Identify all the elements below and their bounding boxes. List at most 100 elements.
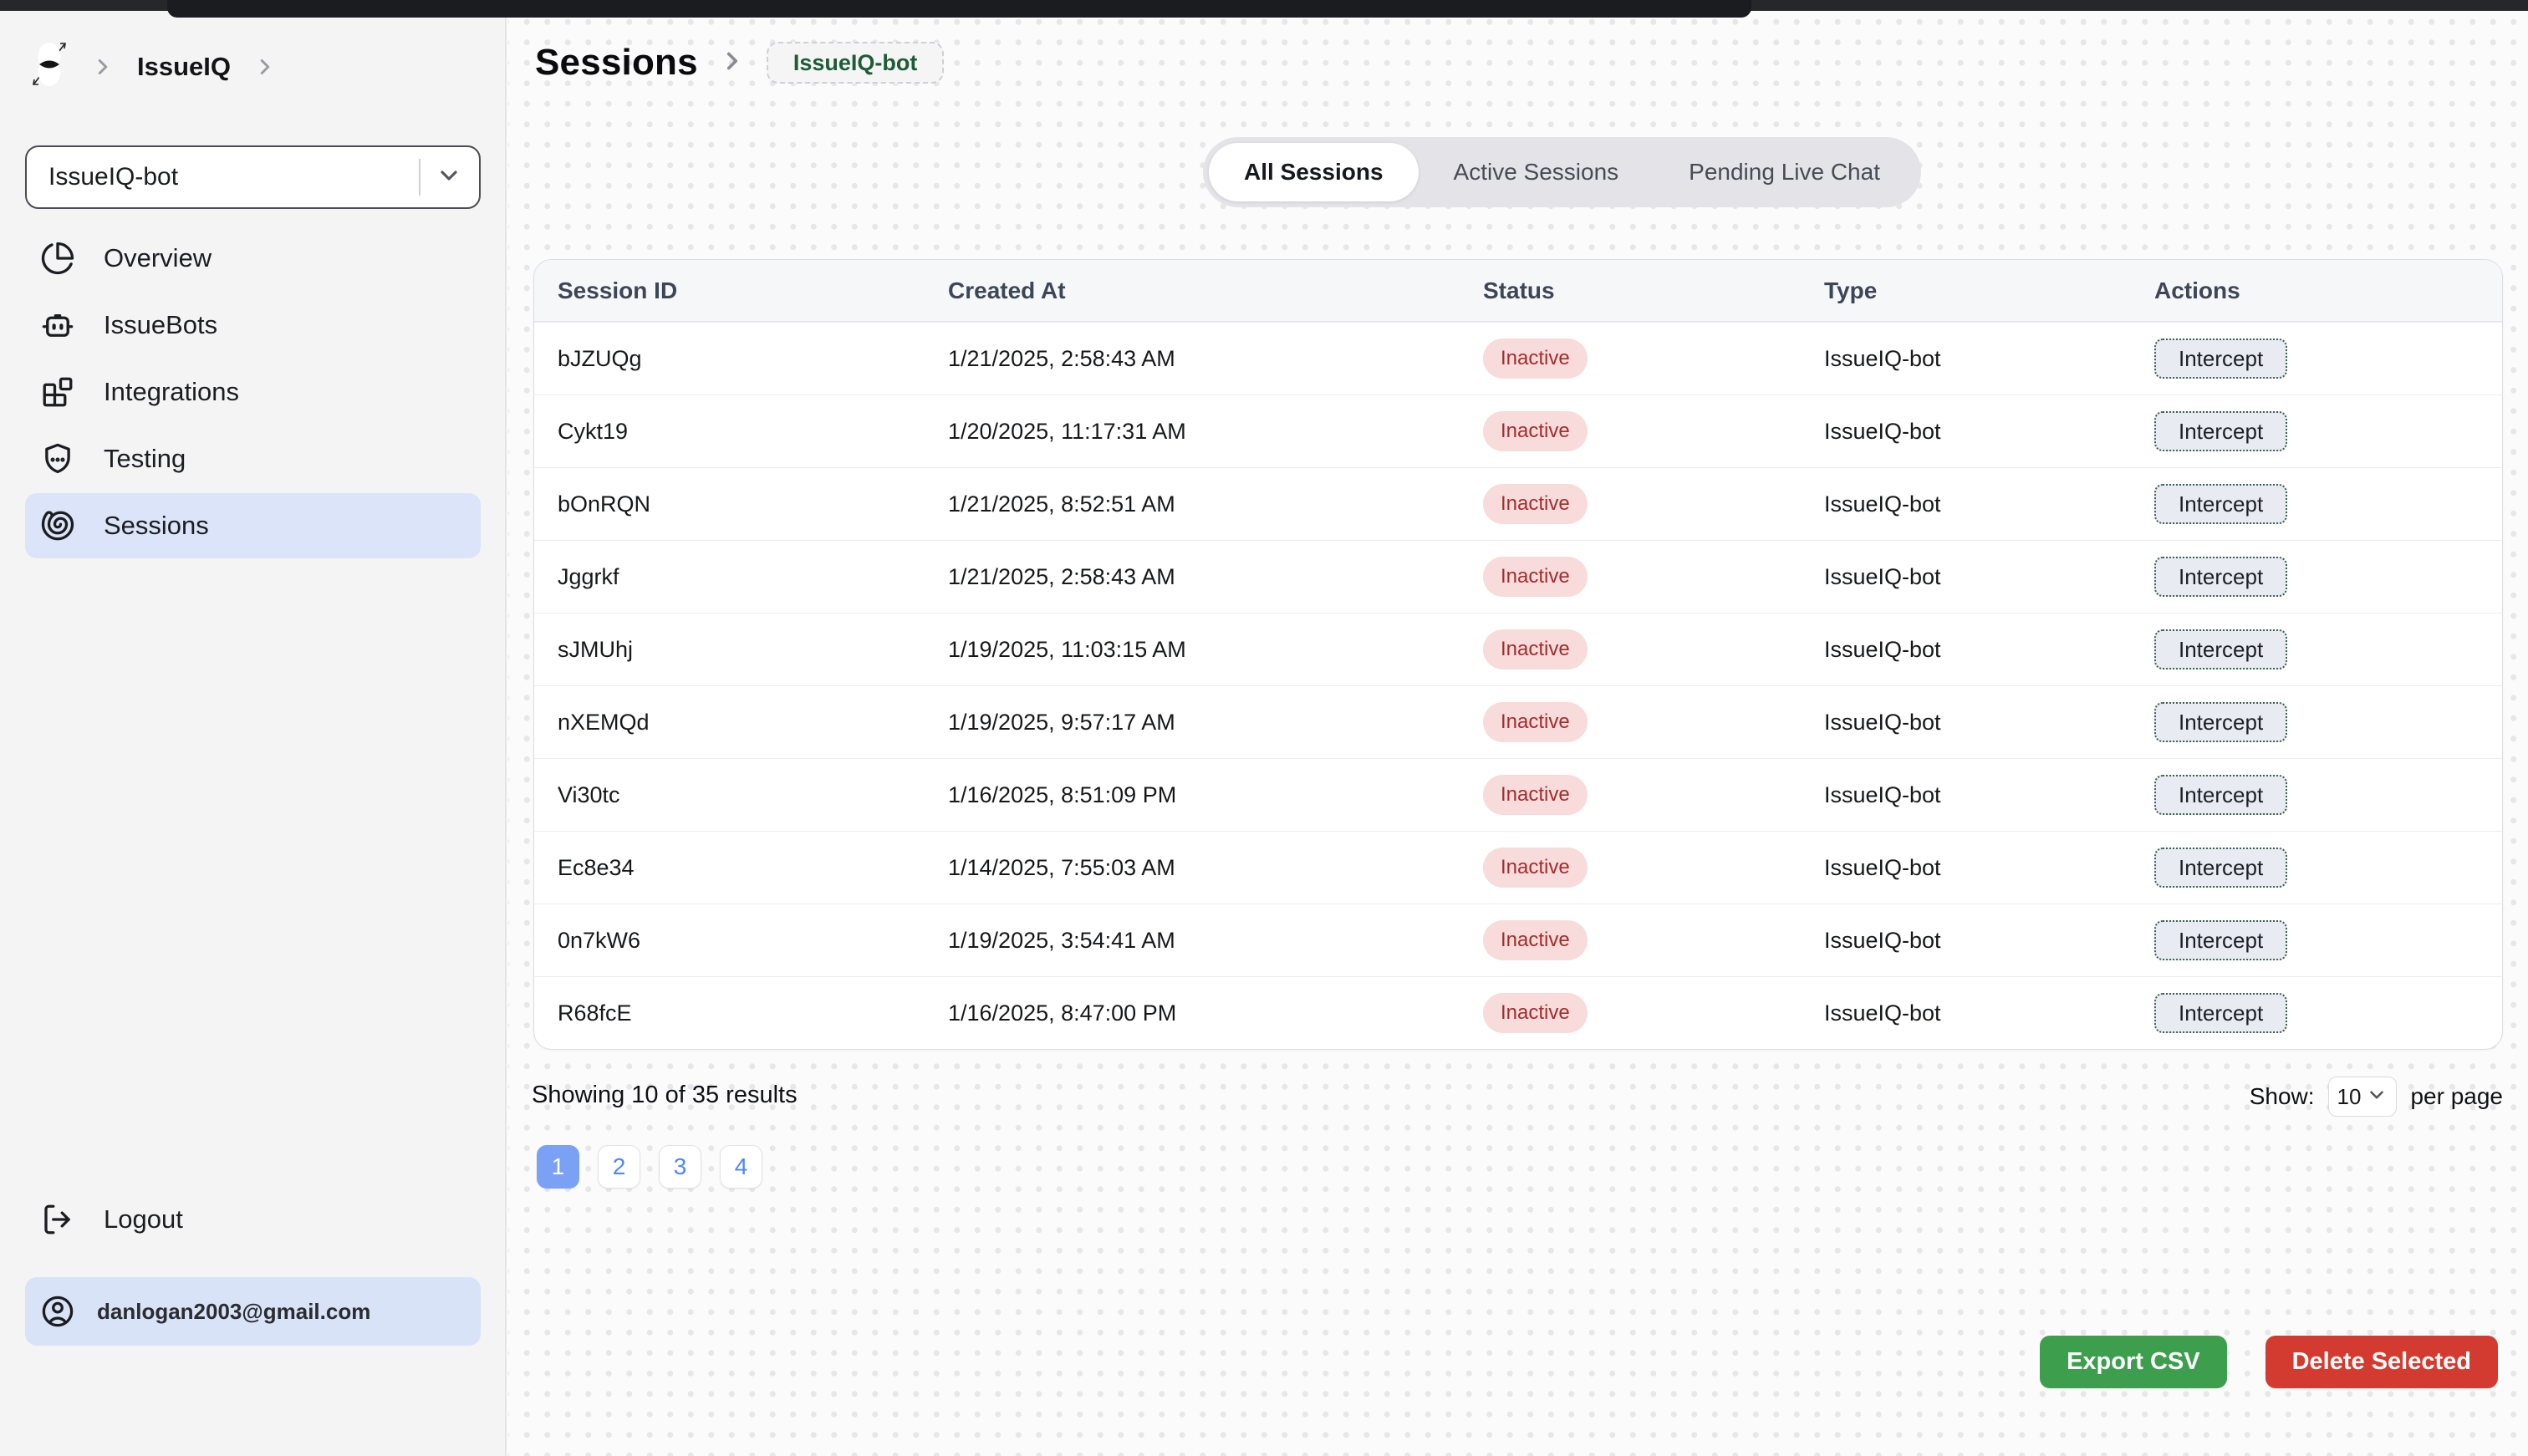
robot-icon [40,308,75,343]
column-header-session-id: Session ID [534,277,925,304]
status-badge: Inactive [1483,557,1588,597]
table-row: R68fcE 1/16/2025, 8:47:00 PM Inactive Is… [534,976,2502,1049]
column-header-status: Status [1460,277,1801,304]
session-type: IssueIQ-bot [1801,928,2131,954]
page-size-select[interactable]: 10 [2328,1077,2398,1117]
logout-label: Logout [104,1204,183,1235]
bot-name-badge-label: IssueIQ-bot [793,50,918,76]
sidebar: IssueIQ IssueIQ-bot Overview [0,0,507,1456]
show-label: Show: [2250,1083,2315,1110]
chevron-right-icon [90,54,115,79]
intercept-button[interactable]: Intercept [2154,629,2287,669]
sidebar-item-label: Integrations [104,377,239,407]
session-id: nXEMQd [534,710,925,736]
app-logo-icon [30,38,69,94]
page-title: Sessions [535,42,698,84]
bot-name-badge: IssueIQ-bot [767,42,945,84]
intercept-button[interactable]: Intercept [2154,775,2287,815]
session-id: R68fcE [534,1000,925,1026]
sidebar-item-label: Sessions [104,511,209,541]
intercept-button[interactable]: Intercept [2154,920,2287,960]
table-row: 0n7kW6 1/19/2025, 3:54:41 AM Inactive Is… [534,904,2502,976]
session-type: IssueIQ-bot [1801,710,2131,736]
page-button-1[interactable]: 1 [537,1145,579,1189]
status-badge: Inactive [1483,848,1588,888]
logout-button[interactable]: Logout [40,1202,183,1237]
created-at: 1/19/2025, 11:03:15 AM [925,637,1460,663]
spiral-icon [40,508,75,543]
chevron-down-icon [2366,1084,2388,1110]
page-button-2[interactable]: 2 [598,1145,640,1189]
intercept-button[interactable]: Intercept [2154,557,2287,597]
status-badge: Inactive [1483,411,1588,451]
session-tabs: All Sessions Active Sessions Pending Liv… [1203,137,1921,207]
main-content: Sessions IssueIQ-bot All Sessions Active… [508,0,2528,1456]
breadcrumb: IssueIQ [30,38,278,94]
pie-chart-icon [40,241,75,276]
results-summary: Showing 10 of 35 results [532,1082,798,1109]
column-header-type: Type [1801,277,2131,304]
sidebar-item-integrations[interactable]: Integrations [25,359,481,425]
page-size-control: Show: 10 per page [2250,1077,2503,1117]
table-row: sJMUhj 1/19/2025, 11:03:15 AM Inactive I… [534,613,2502,685]
tab-pending-live-chat[interactable]: Pending Live Chat [1654,143,1915,201]
chevron-right-icon [252,54,278,79]
intercept-button[interactable]: Intercept [2154,993,2287,1033]
app-screen: IssueIQ IssueIQ-bot Overview [0,0,2528,1456]
blocks-icon [40,374,75,410]
session-id: sJMUhj [534,637,925,663]
status-badge: Inactive [1483,339,1588,379]
page-header: Sessions IssueIQ-bot [535,42,944,84]
table-row: nXEMQd 1/19/2025, 9:57:17 AM Inactive Is… [534,685,2502,758]
tab-active-sessions[interactable]: Active Sessions [1419,143,1654,201]
user-email: danlogan2003@gmail.com [97,1299,370,1325]
sidebar-item-label: Overview [104,243,212,273]
status-badge: Inactive [1483,775,1588,815]
status-badge: Inactive [1483,702,1588,742]
sidebar-item-testing[interactable]: Testing [25,426,481,491]
session-type: IssueIQ-bot [1801,1000,2131,1026]
breadcrumb-app-name[interactable]: IssueIQ [137,52,231,82]
intercept-button[interactable]: Intercept [2154,339,2287,379]
created-at: 1/16/2025, 8:47:00 PM [925,1000,1460,1026]
session-id: bJZUQg [534,346,925,372]
created-at: 1/21/2025, 8:52:51 AM [925,491,1460,517]
per-page-label: per page [2410,1083,2503,1110]
intercept-button[interactable]: Intercept [2154,411,2287,451]
sidebar-item-issuebots[interactable]: IssueBots [25,293,481,358]
session-type: IssueIQ-bot [1801,782,2131,808]
created-at: 1/14/2025, 7:55:03 AM [925,855,1460,881]
status-badge: Inactive [1483,484,1588,524]
session-type: IssueIQ-bot [1801,564,2131,590]
column-header-actions: Actions [2131,277,2502,304]
status-badge: Inactive [1483,920,1588,960]
sidebar-item-overview[interactable]: Overview [25,226,481,291]
created-at: 1/21/2025, 2:58:43 AM [925,564,1460,590]
status-badge: Inactive [1483,993,1588,1033]
bot-selector[interactable]: IssueIQ-bot [25,145,481,209]
pagination: 1 2 3 4 [537,1145,762,1189]
created-at: 1/19/2025, 3:54:41 AM [925,928,1460,954]
sidebar-item-label: Testing [104,444,186,474]
chevron-down-icon [436,162,462,193]
session-id: Ec8e34 [534,855,925,881]
created-at: 1/21/2025, 2:58:43 AM [925,346,1460,372]
intercept-button[interactable]: Intercept [2154,848,2287,888]
session-id: bOnRQN [534,491,925,517]
bot-selector-value: IssueIQ-bot [27,163,419,191]
page-button-4[interactable]: 4 [720,1145,762,1189]
intercept-button[interactable]: Intercept [2154,484,2287,524]
session-id: 0n7kW6 [534,928,925,954]
sidebar-item-sessions[interactable]: Sessions [25,493,481,558]
table-header-row: Session ID Created At Status Type Action… [534,260,2502,322]
status-badge: Inactive [1483,629,1588,669]
tab-all-sessions[interactable]: All Sessions [1209,143,1419,201]
export-csv-button[interactable]: Export CSV [2040,1336,2227,1388]
page-button-3[interactable]: 3 [659,1145,701,1189]
table-row: bJZUQg 1/21/2025, 2:58:43 AM Inactive Is… [534,322,2502,395]
user-account-chip[interactable]: danlogan2003@gmail.com [25,1277,481,1346]
column-header-created-at: Created At [925,277,1460,304]
delete-selected-button[interactable]: Delete Selected [2266,1336,2498,1388]
table-row: Vi30tc 1/16/2025, 8:51:09 PM Inactive Is… [534,758,2502,831]
intercept-button[interactable]: Intercept [2154,702,2287,742]
